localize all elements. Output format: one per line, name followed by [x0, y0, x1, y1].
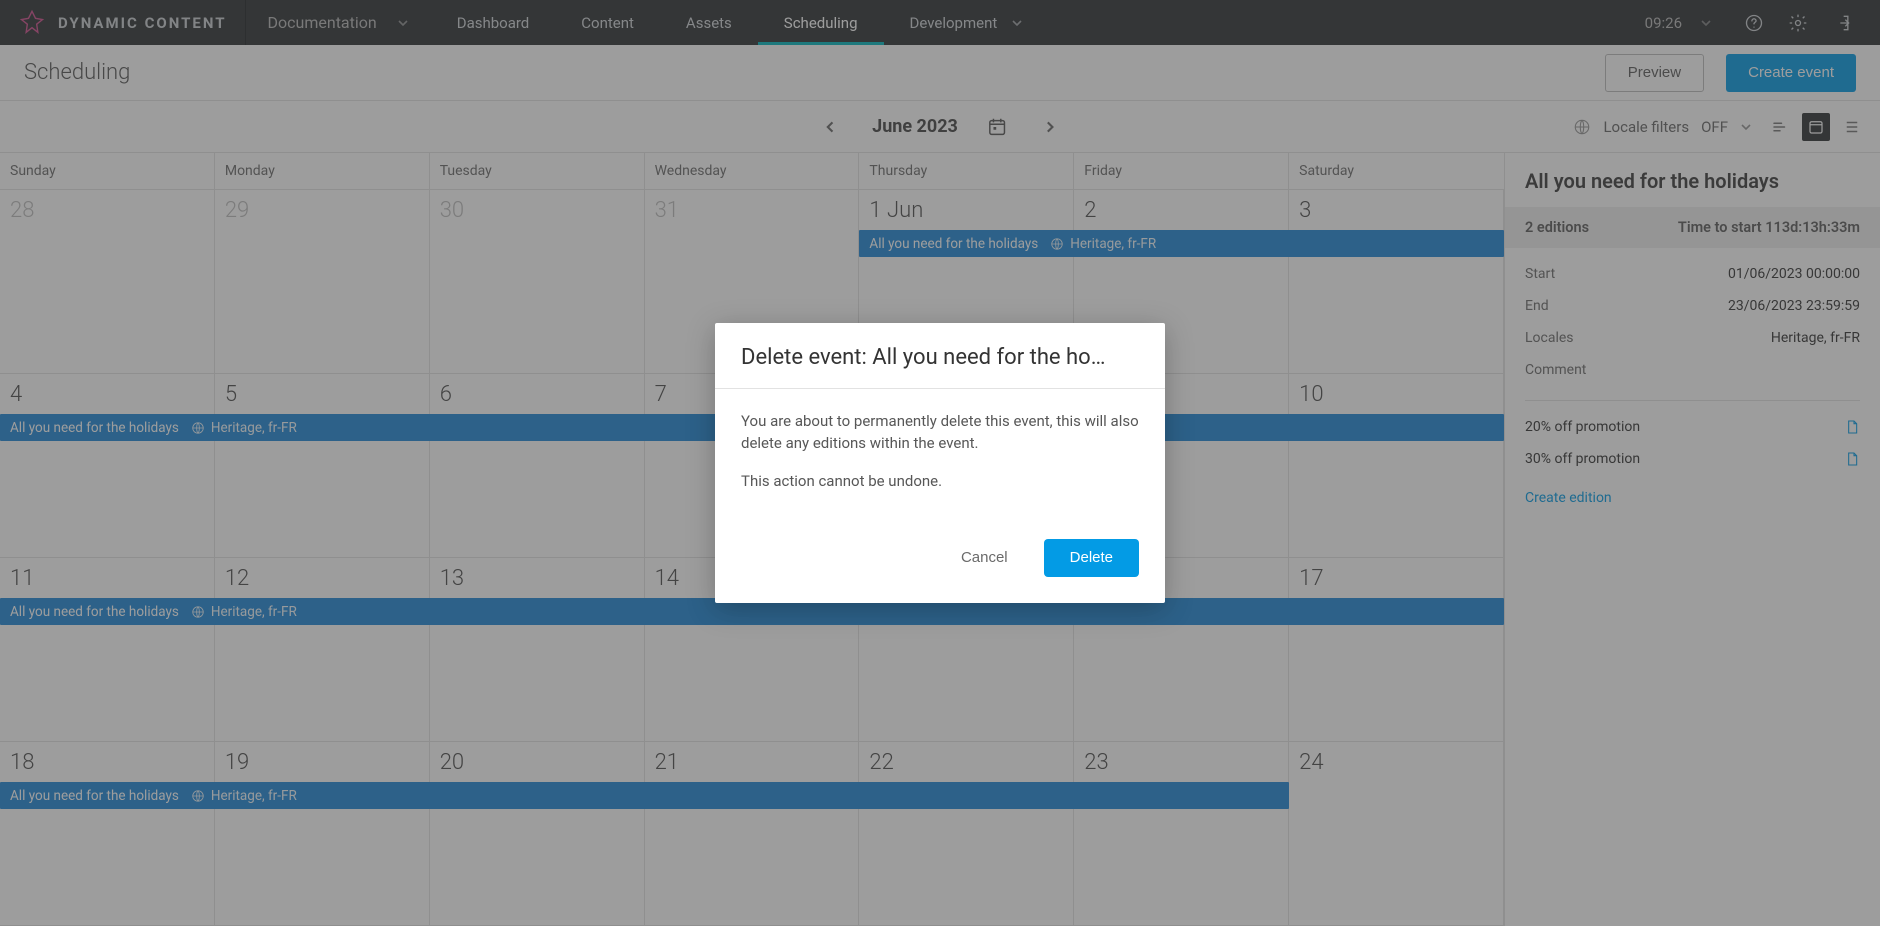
- dialog-body-2: This action cannot be undone.: [741, 471, 1139, 493]
- dialog-cancel-button[interactable]: Cancel: [935, 539, 1034, 577]
- dialog-footer: Cancel Delete: [715, 517, 1165, 603]
- dialog-body-1: You are about to permanently delete this…: [741, 411, 1139, 455]
- dialog-delete-label: Delete: [1070, 549, 1113, 566]
- modal-overlay[interactable]: Delete event: All you need for the ho… Y…: [0, 0, 1880, 926]
- dialog-delete-button[interactable]: Delete: [1044, 539, 1139, 577]
- dialog-title: Delete event: All you need for the ho…: [715, 323, 1165, 389]
- dialog-body: You are about to permanently delete this…: [715, 389, 1165, 516]
- delete-event-dialog: Delete event: All you need for the ho… Y…: [715, 323, 1165, 602]
- dialog-cancel-label: Cancel: [961, 549, 1008, 566]
